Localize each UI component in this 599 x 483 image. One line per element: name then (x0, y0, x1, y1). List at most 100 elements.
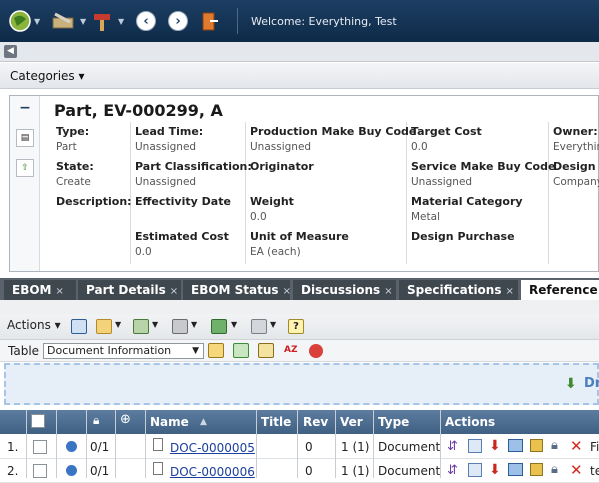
drop-zone[interactable] (4, 363, 599, 405)
row-checkbox[interactable] (33, 440, 47, 454)
table-row: 2. 0/1 DOC-0000006 0 1 (1) Document ⇵ ⬇ … (0, 459, 599, 483)
back-button[interactable]: ‹ (136, 8, 156, 34)
row-checkbox[interactable] (33, 464, 47, 478)
document-link[interactable]: DOC-0000006 (170, 465, 255, 479)
forward-icon: › (168, 11, 188, 31)
sort-az-icon[interactable]: AZ (284, 343, 300, 358)
print-icon[interactable] (172, 319, 188, 334)
tab-specifications[interactable]: Specifications × (399, 280, 518, 300)
add-file-icon[interactable] (468, 439, 482, 453)
tab-part-details[interactable]: Part Details × (78, 280, 181, 300)
info-icon[interactable] (66, 441, 77, 452)
checkout-icon[interactable]: ⇵ (447, 463, 458, 478)
select-all-checkbox[interactable] (31, 414, 45, 428)
structure-icon: ⊕ (120, 412, 131, 427)
minimize-icon[interactable]: − (16, 100, 34, 118)
help-icon[interactable]: ? (288, 319, 304, 334)
column-divider (115, 410, 116, 478)
chevron-down-icon: ▼ (118, 16, 125, 26)
refresh-icon[interactable] (233, 343, 249, 358)
chevron-down-icon: ▼ (192, 346, 199, 356)
lock-icon[interactable]: 🔒︎ (551, 438, 558, 453)
document-link[interactable]: DOC-0000005 (170, 441, 255, 455)
col-rev[interactable]: Rev (303, 415, 328, 429)
tab-reference[interactable]: Reference (521, 280, 599, 300)
close-icon[interactable]: × (170, 286, 178, 297)
chevron-down-icon[interactable]: ▼ (270, 320, 276, 329)
download-icon[interactable]: ⬇ (489, 438, 501, 454)
col-title[interactable]: Title (261, 415, 291, 429)
edit-table-icon[interactable] (208, 343, 224, 358)
lock-count: 0/1 (90, 440, 110, 454)
copy-icon[interactable] (96, 319, 112, 334)
tab-ebom[interactable]: EBOM × (4, 280, 76, 300)
col-type[interactable]: Type (378, 415, 409, 429)
export-icon[interactable] (211, 319, 227, 334)
tools-menu-button[interactable]: ▼ (50, 8, 86, 34)
categories-menu[interactable]: Categories ▾ (10, 69, 85, 83)
collapse-left-button[interactable]: ◀ (4, 45, 17, 58)
chevron-down-icon[interactable]: ▼ (115, 320, 121, 329)
col-ver[interactable]: Ver (340, 415, 363, 429)
col-name[interactable]: Name (150, 415, 189, 429)
document-icon (153, 462, 163, 475)
field-divider (245, 122, 246, 264)
column-divider (373, 410, 374, 478)
structure-icon[interactable] (133, 319, 149, 334)
weight-label: Weight (250, 195, 294, 208)
ver-value: 1 (1) (341, 440, 370, 454)
actions-menu[interactable]: Actions ▾ (7, 318, 61, 332)
upload-icon[interactable] (530, 463, 543, 476)
add-file-icon[interactable] (468, 463, 482, 477)
open-window-icon[interactable] (71, 319, 87, 334)
type-value: Document (378, 440, 441, 454)
properties-icon[interactable]: ▤ (16, 129, 34, 147)
info-icon[interactable] (66, 465, 77, 476)
checkout-icon[interactable]: ⇵ (447, 439, 458, 454)
chevron-down-icon[interactable]: ▼ (191, 320, 197, 329)
estimated-cost-value: 0.0 (135, 246, 152, 258)
close-icon[interactable]: × (384, 286, 392, 297)
promote-icon[interactable]: ⇧ (16, 159, 34, 177)
hammer-menu-button[interactable]: ▼ (90, 8, 124, 34)
tab-discussions[interactable]: Discussions × (293, 280, 396, 300)
upload-icon[interactable] (530, 439, 543, 452)
lock-icon[interactable]: 🔒︎ (551, 462, 558, 477)
tab-label: Part Details (86, 283, 166, 297)
type-value: Document (378, 464, 441, 478)
column-divider (26, 410, 27, 478)
chevron-down-icon: ▼ (34, 16, 41, 26)
originator-label: Originator (250, 160, 314, 173)
document-icon (153, 438, 163, 451)
table-view-select[interactable]: Document Information ▼ (43, 343, 204, 359)
tab-label: Reference (529, 283, 598, 297)
close-icon[interactable]: × (56, 286, 64, 297)
close-icon[interactable]: × (283, 286, 291, 297)
close-icon[interactable]: × (505, 286, 513, 297)
exit-button[interactable] (200, 8, 220, 34)
estimated-cost-label: Estimated Cost (135, 230, 229, 243)
part-classification-label: Part Classification: (135, 160, 252, 173)
design-c-value: Company (553, 176, 599, 188)
delete-icon[interactable]: ✕ (570, 437, 583, 455)
edit-icon[interactable] (258, 343, 274, 358)
ver-value: 1 (1) (341, 464, 370, 478)
tab-label: Discussions (301, 283, 381, 297)
tools-icon (52, 12, 74, 29)
unit-of-measure-label: Unit of Measure (250, 230, 349, 243)
forward-button[interactable]: › (168, 8, 188, 34)
tab-content-top (0, 300, 599, 314)
tools-icon[interactable] (251, 319, 267, 334)
chevron-down-icon[interactable]: ▼ (231, 320, 237, 329)
delete-icon[interactable]: ✕ (570, 461, 583, 479)
clear-icon[interactable] (309, 344, 323, 358)
material-category-value: Metal (411, 211, 440, 223)
tab-ebom-status[interactable]: EBOM Status × (183, 280, 291, 300)
grid-header (0, 410, 599, 434)
globe-menu-button[interactable]: ▼ (8, 8, 40, 34)
view-icon[interactable] (508, 463, 523, 476)
download-icon[interactable]: ⬇ (489, 462, 501, 478)
view-icon[interactable] (508, 439, 523, 452)
chevron-down-icon[interactable]: ▼ (152, 320, 158, 329)
table-label: Table (8, 344, 40, 358)
